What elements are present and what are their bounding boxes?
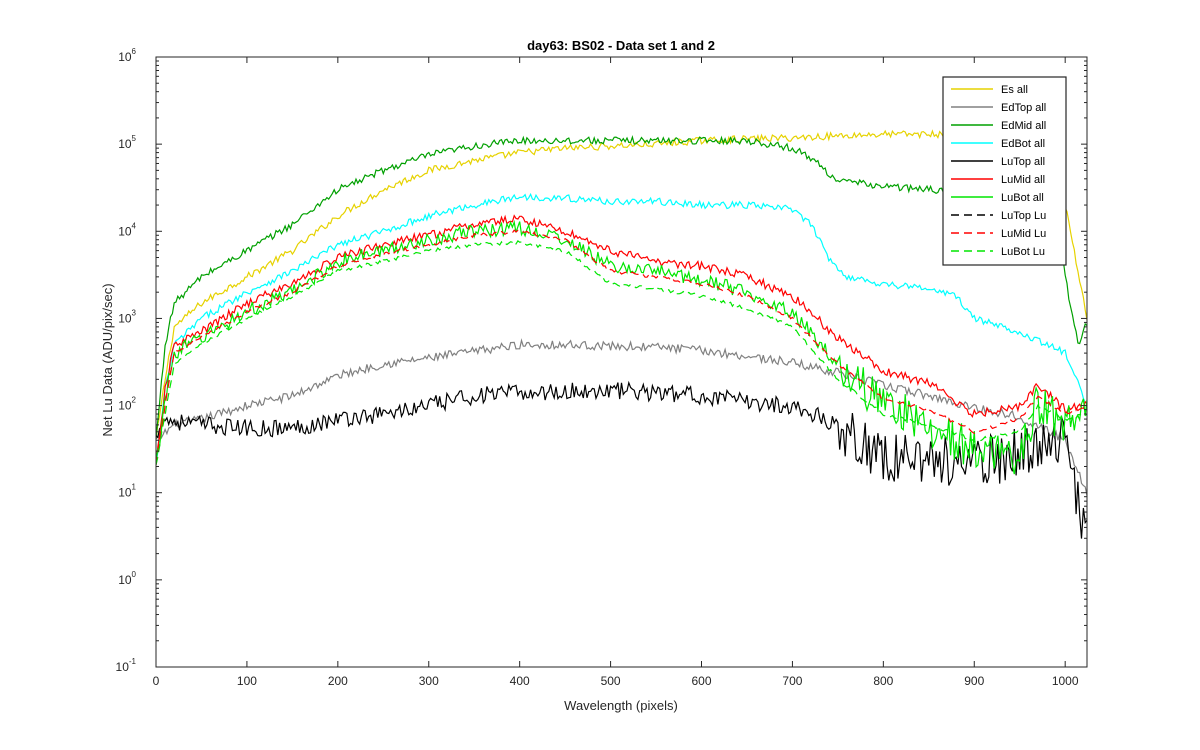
y-tick-base: 10 [116,660,130,674]
chart-figure: day63: BS02 - Data set 1 and 2 0 100 200 30… [100,38,1088,713]
y-tick-label: 101 [118,483,136,500]
y-tick-exp: 6 [132,47,137,56]
y-tick-label: 105 [118,134,136,151]
legend-label: LuMid Lu [1001,228,1046,240]
y-axis-label: Net Lu Data (ADU/pix/sec) [100,283,115,436]
y-tick-label: 103 [118,308,136,325]
y-tick-label: 102 [118,396,136,413]
y-tick-exp: 3 [132,308,137,317]
y-tick-label: 10-1 [116,657,137,674]
x-tick-label: 300 [419,674,439,688]
legend-label: EdMid all [1001,120,1046,132]
legend-label: LuBot all [1001,192,1044,204]
y-tick-exp: 4 [132,221,137,230]
y-tick-label: 104 [118,221,136,238]
legend-label: LuMid all [1001,174,1045,186]
legend-label: LuTop all [1001,156,1045,168]
y-tick-exp: 0 [132,570,137,579]
x-tick-label: 1000 [1052,674,1079,688]
chart-title: day63: BS02 - Data set 1 and 2 [527,38,715,53]
y-tick-base: 10 [118,311,132,325]
x-tick-label: 100 [237,674,257,688]
legend-label: Es all [1001,84,1028,96]
y-tick-base: 10 [118,486,132,500]
y-tick-exp: 2 [132,396,137,405]
legend-label: LuBot Lu [1001,246,1045,258]
legend-label: EdTop all [1001,102,1046,114]
y-tick-label: 100 [118,570,136,587]
legend: Es all EdTop all EdMid all EdBot all LuTop a… [942,76,1067,266]
x-tick-label: 800 [873,674,893,688]
series-line-4 [156,380,1087,539]
y-tick-exp: 1 [132,483,137,492]
x-tick-label: 500 [601,674,621,688]
x-tick-label: 0 [153,674,160,688]
legend-label: EdBot all [1001,138,1045,150]
y-tick-base: 10 [118,573,132,587]
x-tick-label: 200 [328,674,348,688]
x-tick-label: 900 [964,674,984,688]
y-tick-base: 10 [118,137,132,151]
y-tick-base: 10 [118,399,132,413]
y-tick-base: 10 [118,50,132,64]
y-tick-exp: 5 [132,134,137,143]
x-tick-label: 700 [782,674,802,688]
x-tick-label: 400 [510,674,530,688]
y-tick-label: 106 [118,47,136,64]
series-line-1 [156,338,1087,496]
legend-label: LuTop Lu [1001,210,1046,222]
x-axis-label: Wavelength (pixels) [564,698,678,713]
x-tick-label: 600 [691,674,711,688]
y-tick-base: 10 [118,224,132,238]
y-tick-exp: -1 [129,657,137,666]
